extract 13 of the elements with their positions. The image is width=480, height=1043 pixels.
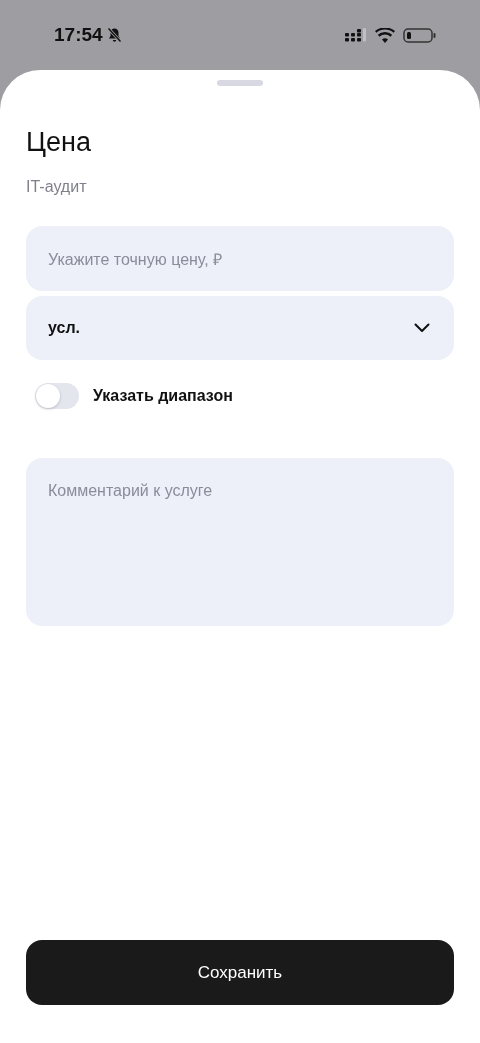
wifi-icon <box>375 27 395 43</box>
range-toggle[interactable] <box>35 383 79 409</box>
battery-icon <box>403 27 436 43</box>
muted-bell-icon <box>106 27 122 43</box>
service-name: IT-аудит <box>26 178 88 196</box>
signal-icon <box>345 28 367 42</box>
sheet-title: Цена <box>26 126 92 158</box>
drag-handle[interactable] <box>217 80 263 86</box>
status-time: 17:54 <box>54 24 103 46</box>
unit-dropdown[interactable]: усл. <box>26 296 454 360</box>
save-button[interactable]: Сохранить <box>26 940 454 1005</box>
chevron-down-icon <box>414 323 430 333</box>
toggle-label: Указать диапазон <box>93 387 233 405</box>
